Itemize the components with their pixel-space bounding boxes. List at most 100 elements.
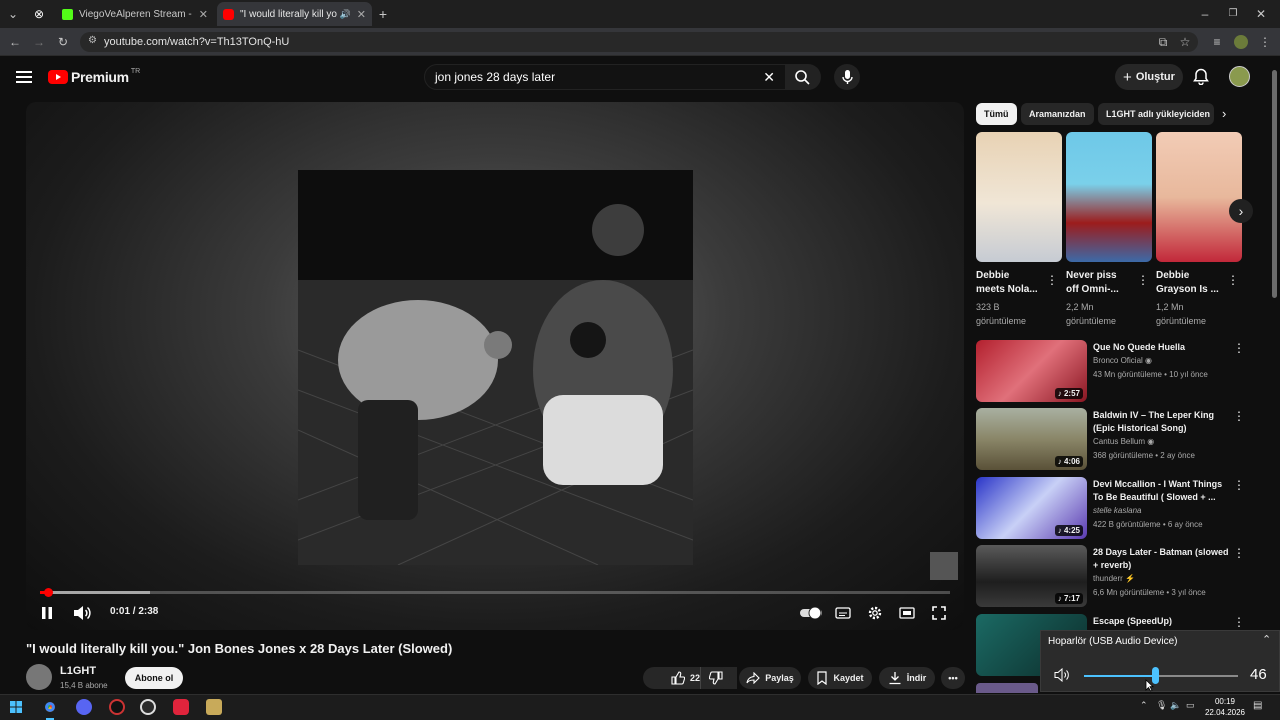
tab-stream[interactable]: ViegoVeAlperen Stream - Watc ✕ (56, 2, 214, 26)
video-title-link[interactable]: Escape (SpeedUp) (1093, 615, 1231, 628)
save-button[interactable]: Kaydet (808, 667, 872, 689)
discord-taskbar-icon[interactable] (76, 699, 92, 715)
speaker-icon[interactable] (1054, 668, 1070, 682)
video-menu-icon[interactable]: ⋮ (1233, 545, 1245, 561)
clock-date: 22.04.2026 (1204, 708, 1246, 717)
minimize-icon[interactable]: – (1198, 7, 1212, 21)
install-app-icon[interactable]: ⧉ (1156, 35, 1170, 49)
chrome-taskbar-icon[interactable] (42, 699, 58, 715)
hamburger-menu-icon[interactable] (16, 70, 32, 84)
short-view-count: 1,2 Mn (1156, 302, 1184, 312)
video-menu-icon[interactable]: ⋮ (1233, 614, 1245, 630)
subtitles-button[interactable] (829, 599, 857, 627)
steam-taskbar-icon[interactable] (140, 699, 156, 715)
progress-bar[interactable] (40, 591, 950, 594)
media-control-icon[interactable]: ≡ (1210, 35, 1224, 49)
short-menu-icon[interactable]: ⋮ (1046, 272, 1058, 288)
video-thumbnail[interactable]: ♪ 7:17 (976, 545, 1087, 607)
short-title[interactable]: Never piss off Omni-... (1066, 269, 1136, 297)
video-thumbnail[interactable]: ♪ 4:06 (976, 408, 1087, 470)
pause-button[interactable] (33, 599, 61, 627)
settings-button[interactable] (861, 599, 889, 627)
notifications-bell-icon[interactable] (1193, 68, 1209, 85)
autoplay-toggle[interactable] (797, 599, 825, 627)
browser-menu-icon[interactable]: ⋮ (1258, 35, 1272, 49)
subscribe-button[interactable]: Abone ol (125, 667, 183, 689)
window-close-icon[interactable]: ✕ (1254, 7, 1268, 21)
riot-taskbar-icon[interactable] (173, 699, 189, 715)
app-taskbar-icon[interactable] (109, 699, 125, 715)
address-bar[interactable]: ⚙ youtube.com/watch?v=Th13TOnQ-hU (80, 32, 1198, 52)
taskbar-clock[interactable]: 00:19 22.04.2026 (1200, 696, 1250, 718)
video-channel[interactable]: thunderr ⚡ (1093, 574, 1135, 583)
short-thumbnail[interactable] (1156, 132, 1242, 262)
download-button[interactable]: İndir (879, 667, 935, 689)
profile-avatar-icon[interactable] (1234, 35, 1248, 49)
short-thumbnail[interactable] (976, 132, 1062, 262)
notification-center-icon[interactable]: ▤ (1253, 700, 1262, 711)
theater-mode-button[interactable] (893, 599, 921, 627)
tab-youtube[interactable]: "I would literally kill you." Jo 🔊 ✕ (217, 2, 372, 26)
short-title[interactable]: Debbie Grayson Is ... (1156, 269, 1226, 297)
video-title-link[interactable]: 28 Days Later - Batman (slowed + reverb) (1093, 546, 1231, 572)
shorts-next-button[interactable]: › (1229, 199, 1253, 223)
youtube-premium-logo[interactable]: Premium TR (48, 68, 140, 85)
create-button[interactable]: + Oluştur (1115, 64, 1183, 90)
video-channel[interactable]: Cantus Bellum ◉ (1093, 437, 1154, 446)
video-title-link[interactable]: Devi Mccallion - I Want Things To Be Bea… (1093, 478, 1231, 504)
site-info-icon[interactable]: ⚙ (88, 35, 97, 46)
expand-devices-icon[interactable]: ⌃ (1262, 633, 1271, 646)
dislike-button[interactable] (700, 667, 730, 689)
search-input[interactable]: jon jones 28 days later ✕ (424, 64, 786, 90)
video-channel[interactable]: stelle kaslana (1093, 506, 1141, 515)
microphone-tray-icon[interactable]: 🎙 (1156, 700, 1167, 711)
account-avatar[interactable] (1229, 66, 1250, 87)
chip-all[interactable]: Tümü (976, 103, 1017, 125)
chip-from-uploader[interactable]: L1GHT adlı yükleyiciden (1098, 103, 1214, 125)
forward-icon[interactable]: → (32, 35, 46, 49)
mute-button[interactable] (68, 599, 96, 627)
search-button[interactable] (785, 64, 821, 90)
network-tray-icon[interactable]: ▭ (1186, 700, 1195, 711)
bookmark-icon (817, 671, 828, 685)
audio-playing-icon[interactable]: 🔊 (340, 9, 351, 20)
short-menu-icon[interactable]: ⋮ (1227, 272, 1239, 288)
league-taskbar-icon[interactable] (206, 699, 222, 715)
bookmark-star-icon[interactable]: ☆ (1178, 35, 1192, 49)
tray-overflow-icon[interactable]: ⌃ (1140, 700, 1148, 711)
back-icon[interactable]: ← (8, 35, 22, 49)
new-tab-icon[interactable]: + (376, 7, 390, 21)
extension-icon[interactable]: ⊗ (32, 7, 46, 21)
short-title[interactable]: Debbie meets Nola... (976, 269, 1046, 297)
chips-next-icon[interactable]: › (1222, 106, 1226, 121)
channel-avatar[interactable] (26, 664, 52, 690)
video-thumbnail[interactable] (976, 683, 1038, 693)
video-title-link[interactable]: Baldwin IV – The Leper King (Epic Histor… (1093, 409, 1231, 435)
video-menu-icon[interactable]: ⋮ (1233, 340, 1245, 356)
short-thumbnail[interactable] (1066, 132, 1152, 262)
video-menu-icon[interactable]: ⋮ (1233, 408, 1245, 424)
more-actions-button[interactable]: ••• (941, 667, 965, 689)
tab-search-icon[interactable]: ⌄ (6, 7, 20, 21)
short-menu-icon[interactable]: ⋮ (1137, 272, 1149, 288)
channel-name[interactable]: L1GHT (60, 665, 96, 677)
video-menu-icon[interactable]: ⋮ (1233, 477, 1245, 493)
volume-tray-icon[interactable]: 🔈 (1170, 700, 1181, 711)
share-button[interactable]: Paylaş (739, 667, 801, 689)
video-thumbnail[interactable]: ♪ 4:25 (976, 477, 1087, 539)
close-tab-icon[interactable]: ✕ (199, 8, 208, 21)
audio-device-name[interactable]: Hoparlör (USB Audio Device) (1048, 636, 1178, 647)
chip-from-search[interactable]: Aramanızdan (1021, 103, 1094, 125)
fullscreen-button[interactable] (925, 599, 953, 627)
video-channel[interactable]: Bronco Oficial ◉ (1093, 356, 1152, 365)
close-tab-icon[interactable]: ✕ (357, 8, 366, 21)
voice-search-button[interactable] (834, 64, 860, 90)
video-thumbnail[interactable]: ♪ 2:57 (976, 340, 1087, 402)
windows-start-icon[interactable] (10, 701, 22, 713)
scrollbar-thumb[interactable] (1272, 70, 1277, 298)
clear-search-icon[interactable]: ✕ (763, 69, 775, 86)
video-frame (298, 170, 693, 565)
video-title-link[interactable]: Que No Quede Huella (1093, 341, 1231, 354)
reload-icon[interactable]: ↻ (56, 35, 70, 49)
maximize-icon[interactable]: ❐ (1226, 7, 1240, 21)
